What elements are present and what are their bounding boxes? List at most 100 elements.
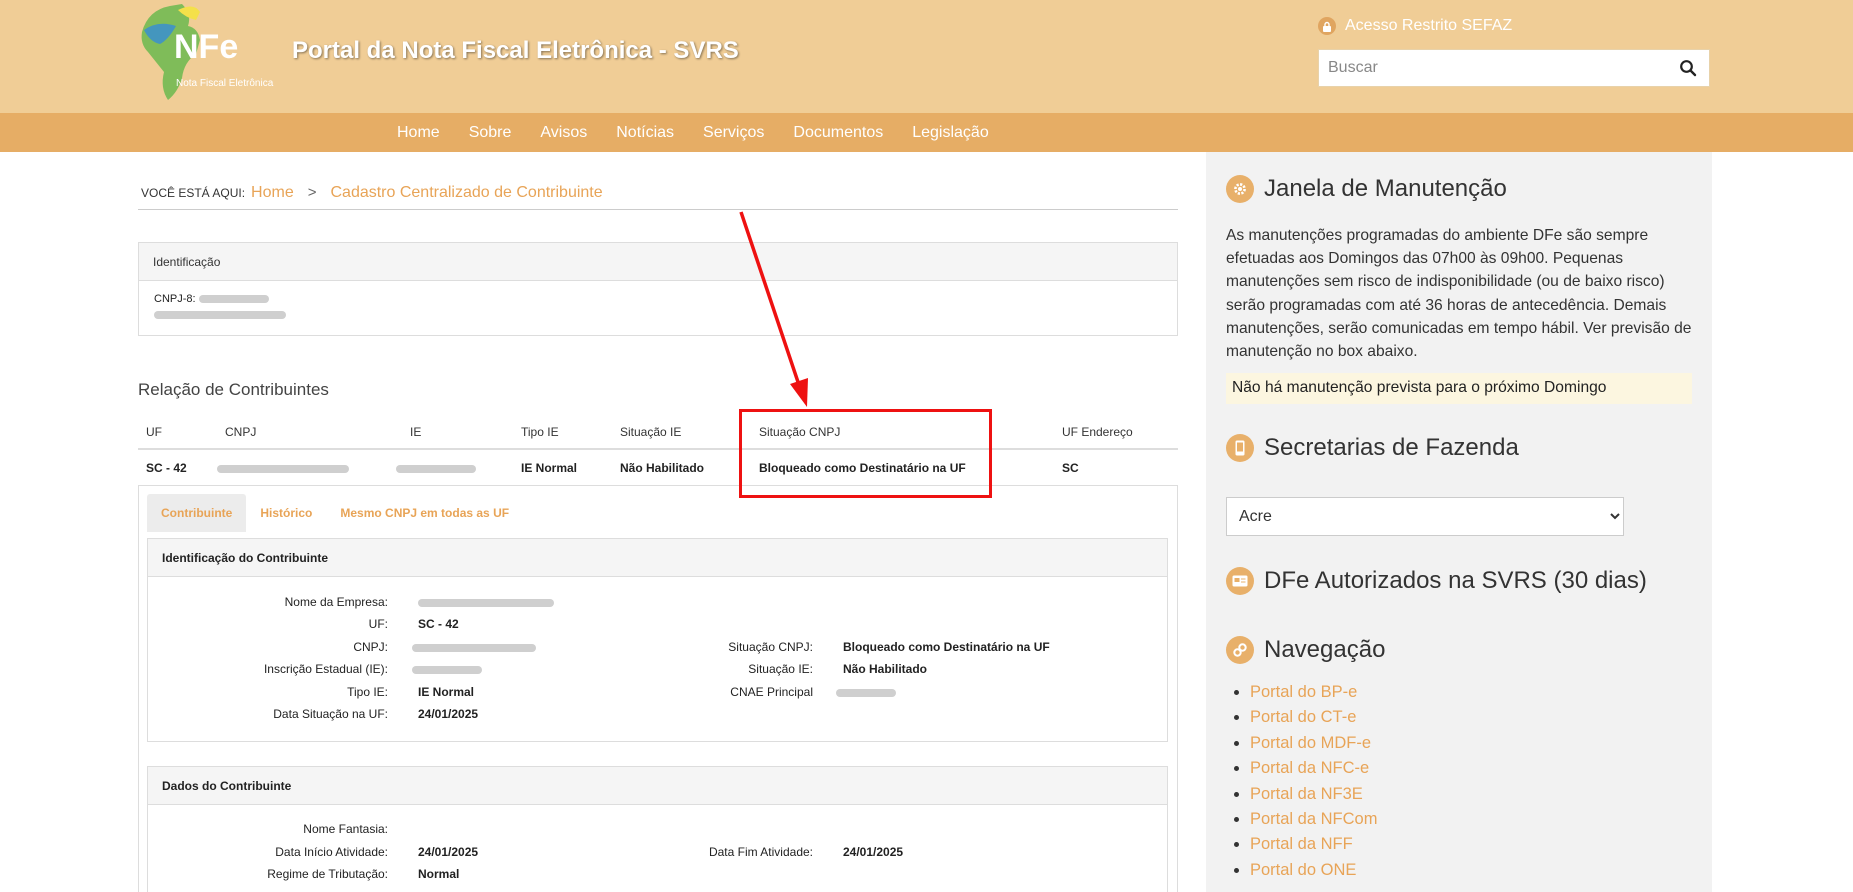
link-portal-nff[interactable]: Portal da NFF <box>1250 832 1377 857</box>
data-fim-label: Data Fim Atividade: <box>708 845 813 859</box>
redacted-ie-full <box>412 665 482 674</box>
row-tipo-ie: IE Normal <box>521 461 578 475</box>
search-box <box>1318 49 1710 87</box>
link-portal-bpe[interactable]: Portal do BP-e <box>1250 680 1377 705</box>
data-situacao-value: 24/01/2025 <box>418 707 479 721</box>
nav-home[interactable]: Home <box>397 124 440 142</box>
situacao-cnpj-value: Bloqueado como Destinatário na UF <box>843 640 1050 654</box>
cnae-label: CNAE Principal <box>730 685 813 699</box>
link-icon <box>1226 636 1254 664</box>
restricted-access-label: Acesso Restrito SEFAZ <box>1345 17 1513 34</box>
nfe-logo[interactable]: NFe Nota Fiscal Eletrônica <box>138 0 278 108</box>
tab-mesmo-cnpj[interactable]: Mesmo CNPJ em todas as UF <box>326 494 523 532</box>
tab-contribuinte[interactable]: Contribuinte <box>147 494 247 532</box>
search-input[interactable] <box>1319 50 1659 86</box>
manutencao-heading: Janela de Manutenção <box>1226 175 1507 203</box>
tipo-ie-value: IE Normal <box>418 685 475 699</box>
dfe-heading: DFe Autorizados na SVRS (30 dias) <box>1226 567 1647 595</box>
col-uf-endereco: UF Endereço <box>1062 425 1133 439</box>
card-icon <box>1226 567 1254 595</box>
cnpj8-label: CNPJ-8: <box>154 293 196 305</box>
redacted-cnpj8 <box>198 295 269 304</box>
identificacao-contribuinte-title: Identificação do Contribuinte <box>148 539 1167 577</box>
row-situacao-ie: Não Habilitado <box>620 461 705 475</box>
data-inicio-value: 24/01/2025 <box>418 845 479 859</box>
redacted-company-name <box>154 311 286 320</box>
nav-noticias[interactable]: Notícias <box>616 124 674 142</box>
breadcrumb-home[interactable]: Home <box>251 184 294 202</box>
dados-contribuinte-panel: Dados do Contribuinte Nome Fantasia: Dat… <box>147 766 1168 892</box>
row-uf-endereco: SC <box>1062 461 1079 475</box>
row-uf: SC - 42 <box>146 461 187 475</box>
breadcrumb-separator: > <box>307 184 317 201</box>
regime-value: Normal <box>418 867 460 881</box>
search-icon[interactable] <box>1679 59 1697 77</box>
nav-legislacao[interactable]: Legislação <box>912 124 989 142</box>
breadcrumb-current[interactable]: Cadastro Centralizado de Contribuinte <box>330 184 602 202</box>
data-inicio-label: Data Início Atividade: <box>275 845 388 859</box>
navegacao-heading: Navegação <box>1226 636 1385 664</box>
detail-tabs: Contribuinte Histórico Mesmo CNPJ em tod… <box>147 494 523 532</box>
navegacao-title: Navegação <box>1264 636 1386 663</box>
col-tipo-ie: Tipo IE <box>521 425 559 439</box>
link-portal-nf3e[interactable]: Portal da NF3E <box>1250 782 1377 807</box>
nav-sobre[interactable]: Sobre <box>469 124 512 142</box>
identificacao-title: Identificação <box>139 243 1177 281</box>
col-uf: UF <box>146 425 162 439</box>
link-portal-cte[interactable]: Portal do CT-e <box>1250 705 1377 730</box>
nav-avisos[interactable]: Avisos <box>540 124 587 142</box>
table-row[interactable]: SC - 42 IE Normal Não Habilitado Bloquea… <box>138 450 1178 486</box>
situacao-ie-value: Não Habilitado <box>843 662 928 676</box>
data-situacao-label: Data Situação na UF: <box>273 707 388 721</box>
link-portal-mdfe[interactable]: Portal do MDF-e <box>1250 731 1377 756</box>
link-portal-nfcom[interactable]: Portal da NFCom <box>1250 807 1377 832</box>
tipo-ie-label: Tipo IE: <box>347 685 388 699</box>
navegacao-list: Portal do BP-e Portal do CT-e Portal do … <box>1250 680 1377 883</box>
main-content: Você está aqui: Home > Cadastro Centrali… <box>0 152 1206 892</box>
table-header: UF CNPJ IE Tipo IE Situação IE Situação … <box>138 414 1178 450</box>
breadcrumb-divider <box>138 209 1178 210</box>
redacted-ie <box>396 464 476 473</box>
ie-label: Inscrição Estadual (IE): <box>263 662 388 676</box>
nav-documentos[interactable]: Documentos <box>793 124 883 142</box>
redacted-cnpj-full <box>412 643 536 652</box>
logo-text: NFe <box>174 28 238 66</box>
nome-fantasia-label: Nome Fantasia: <box>303 822 388 836</box>
contribuinte-detail: Contribuinte Histórico Mesmo CNPJ em tod… <box>138 485 1178 892</box>
situacao-cnpj-label: Situação CNPJ: <box>728 640 813 654</box>
restricted-access-link[interactable]: Acesso Restrito SEFAZ <box>1318 17 1512 35</box>
col-cnpj: CNPJ <box>225 425 257 439</box>
link-portal-nfce[interactable]: Portal da NFC-e <box>1250 756 1377 781</box>
data-fim-value: 24/01/2025 <box>843 845 904 859</box>
logo-subtitle: Nota Fiscal Eletrônica <box>176 78 274 89</box>
redacted-cnae <box>836 688 896 697</box>
tab-historico[interactable]: Histórico <box>246 494 326 532</box>
main-nav: Home Sobre Avisos Notícias Serviços Docu… <box>0 113 1853 152</box>
site-header: NFe Nota Fiscal Eletrônica Portal da Not… <box>0 0 1853 113</box>
col-situacao-ie: Situação IE <box>620 425 682 439</box>
relacao-title: Relação de Contribuintes <box>138 380 329 399</box>
cnpj-label: CNPJ: <box>353 640 388 654</box>
manutencao-notice: Não há manutenção prevista para o próxim… <box>1226 373 1692 404</box>
secretarias-title: Secretarias de Fazenda <box>1264 434 1519 461</box>
link-portal-one[interactable]: Portal do ONE <box>1250 858 1377 883</box>
dados-contribuinte-title: Dados do Contribuinte <box>148 767 1167 805</box>
gear-icon <box>1226 175 1254 203</box>
mobile-icon <box>1226 434 1254 462</box>
secretarias-select[interactable]: Acre <box>1226 497 1624 536</box>
redacted-nome-empresa <box>418 598 554 607</box>
redacted-cnpj <box>217 464 349 473</box>
breadcrumb-label: Você está aqui: <box>141 186 246 200</box>
site-title[interactable]: Portal da Nota Fiscal Eletrônica - SVRS <box>292 37 739 65</box>
uf-label: UF: <box>368 617 388 631</box>
contribuintes-table: UF CNPJ IE Tipo IE Situação IE Situação … <box>138 414 1178 486</box>
regime-label: Regime de Tributação: <box>267 867 388 881</box>
sidebar: Janela de Manutenção As manutenções prog… <box>1206 152 1712 892</box>
nfe-logo-graphic: NFe Nota Fiscal Eletrônica <box>141 4 274 100</box>
dfe-title: DFe Autorizados na SVRS (30 dias) <box>1264 567 1647 594</box>
uf-value: SC - 42 <box>418 617 459 631</box>
highlight-box <box>739 409 992 498</box>
breadcrumb: Você está aqui: Home > Cadastro Centrali… <box>141 184 603 202</box>
lock-icon <box>1318 17 1336 35</box>
nav-servicos[interactable]: Serviços <box>703 124 764 142</box>
